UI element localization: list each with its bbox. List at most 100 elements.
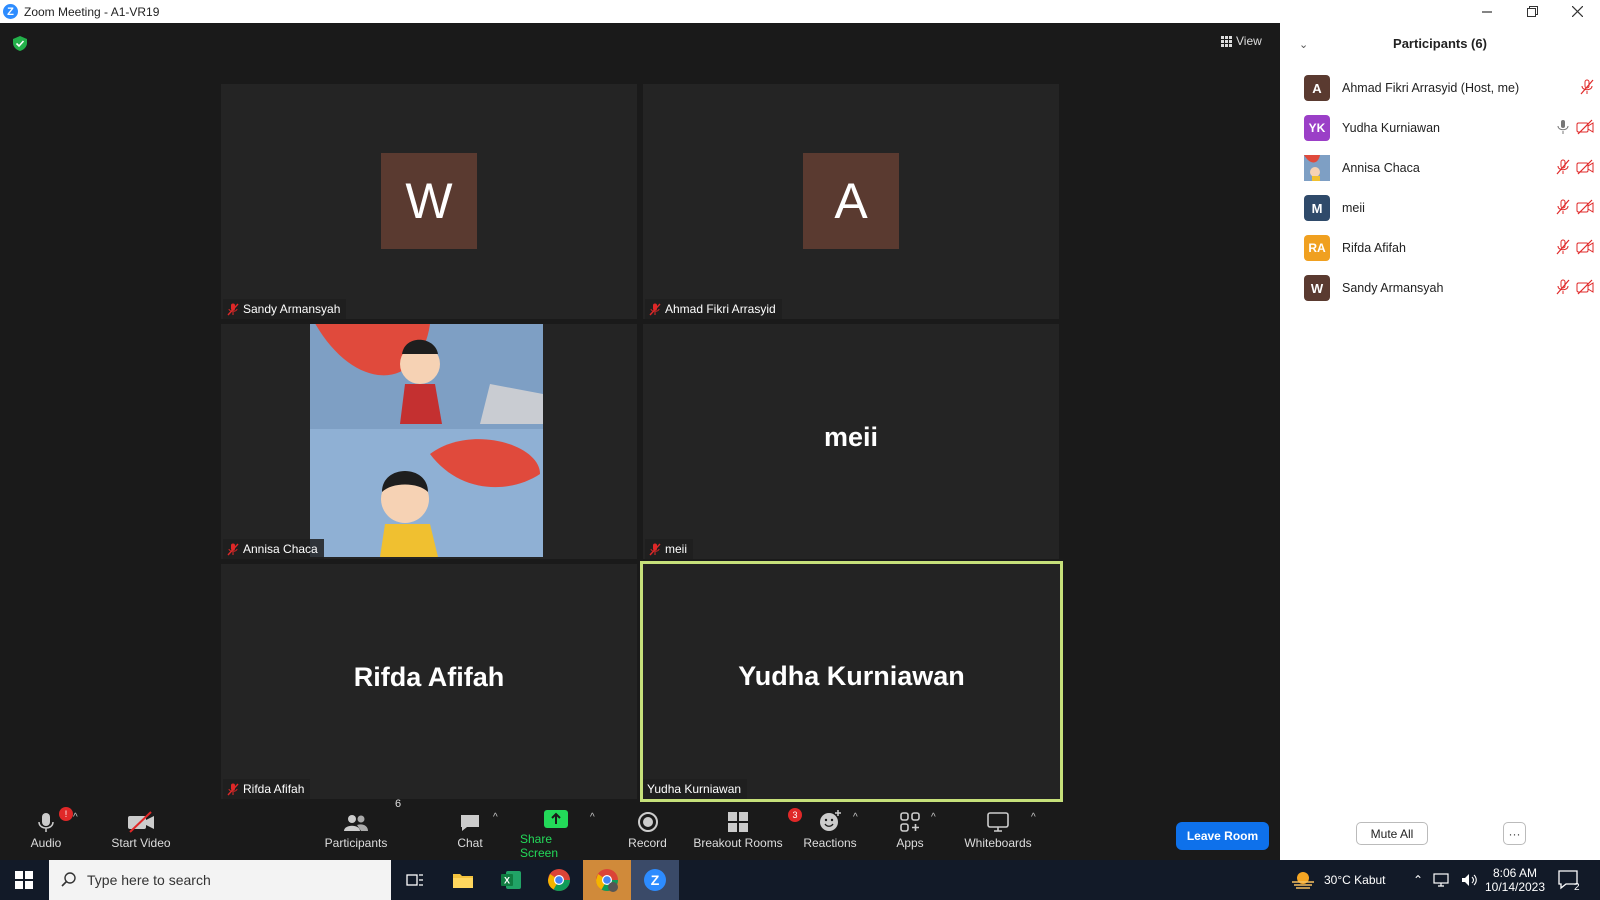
participant-row[interactable]: YK Yudha Kurniawan bbox=[1304, 115, 1594, 141]
more-options-button[interactable]: ··· bbox=[1503, 822, 1526, 845]
tile-name: Ahmad Fikri Arrasyid bbox=[665, 302, 776, 316]
minimize-icon bbox=[1482, 11, 1492, 13]
video-tile-annisa[interactable]: Annisa Chaca bbox=[221, 324, 637, 559]
participant-name: Annisa Chaca bbox=[1342, 161, 1420, 175]
tile-name: meii bbox=[665, 542, 688, 556]
taskbar-search-box[interactable]: Type here to search bbox=[49, 860, 391, 900]
whiteboard-icon bbox=[987, 812, 1009, 832]
tile-name-label: Rifda Afifah bbox=[223, 779, 311, 799]
video-tile-yudha-active-speaker[interactable]: Yudha Kurniawan Yudha Kurniawan bbox=[640, 561, 1063, 802]
participants-panel: ⌄ Participants (6) A Ahmad Fikri Arrasyi… bbox=[1280, 23, 1600, 860]
windows-taskbar: Type here to search X Z 30°C Kabut ⌃ 8:0… bbox=[0, 860, 1600, 900]
weather-widget[interactable]: 30°C Kabut bbox=[1290, 860, 1386, 900]
video-off-icon bbox=[1576, 119, 1594, 135]
audio-button[interactable]: ! Audio bbox=[25, 804, 73, 860]
audio-warning-badge: ! bbox=[59, 807, 73, 821]
leave-room-button[interactable]: Leave Room bbox=[1176, 822, 1269, 850]
chat-icon bbox=[461, 815, 479, 831]
video-tile-rifda[interactable]: Rifda Afifah Rifda Afifah bbox=[221, 564, 637, 799]
participant-row[interactable]: A Ahmad Fikri Arrasyid (Host, me) bbox=[1304, 75, 1594, 101]
mute-all-button[interactable]: Mute All bbox=[1356, 822, 1428, 845]
folder-icon bbox=[453, 874, 473, 888]
chat-options-caret[interactable]: ^ bbox=[493, 812, 498, 823]
tile-name: Yudha Kurniawan bbox=[647, 782, 742, 796]
record-icon bbox=[637, 812, 658, 832]
start-video-button[interactable]: Start Video bbox=[105, 804, 177, 860]
record-button[interactable]: Record bbox=[625, 804, 670, 860]
svg-text:X: X bbox=[504, 876, 510, 886]
muted-mic-icon bbox=[1556, 199, 1570, 215]
participant-row[interactable]: RA Rifda Afifah bbox=[1304, 235, 1594, 261]
muted-mic-icon bbox=[1556, 239, 1570, 255]
chrome-profile-app[interactable] bbox=[583, 860, 631, 900]
muted-mic-icon bbox=[1580, 79, 1594, 95]
restore-button[interactable] bbox=[1510, 0, 1555, 23]
share-screen-icon bbox=[544, 810, 568, 828]
view-button[interactable]: View bbox=[1221, 34, 1262, 48]
zoom-app[interactable]: Z bbox=[631, 860, 679, 900]
excel-app[interactable]: X bbox=[487, 860, 535, 900]
notifications-button[interactable]: 2 bbox=[1558, 860, 1580, 900]
video-tile-sandy[interactable]: W Sandy Armansyah bbox=[221, 84, 637, 319]
network-icon[interactable] bbox=[1433, 873, 1451, 887]
reactions-options-caret[interactable]: ^ bbox=[853, 812, 858, 823]
clock[interactable]: 8:06 AM 10/14/2023 bbox=[1485, 860, 1545, 900]
whiteboards-button[interactable]: Whiteboards bbox=[960, 804, 1036, 860]
tile-name-label: meii bbox=[645, 539, 694, 559]
whiteboards-options-caret[interactable]: ^ bbox=[1031, 812, 1036, 823]
meeting-area: View W Sandy Armansyah A Ahmad Fikri Arr… bbox=[0, 23, 1280, 804]
weather-text: 30°C Kabut bbox=[1324, 873, 1386, 887]
audio-options-caret[interactable]: ^ bbox=[73, 812, 78, 823]
tile-name-label: Sandy Armansyah bbox=[223, 299, 347, 319]
participants-button[interactable]: 6 Participants bbox=[320, 798, 401, 860]
participant-row[interactable]: Annisa Chaca bbox=[1304, 155, 1594, 181]
participant-display-name: Yudha Kurniawan bbox=[738, 661, 965, 691]
record-label: Record bbox=[628, 836, 667, 850]
chrome-app[interactable] bbox=[535, 860, 583, 900]
close-window-button[interactable] bbox=[1555, 0, 1600, 23]
participant-avatar: W bbox=[1304, 275, 1330, 301]
share-options-caret[interactable]: ^ bbox=[590, 812, 595, 823]
window-title: Zoom Meeting - A1-VR19 bbox=[24, 4, 160, 19]
participant-name: Yudha Kurniawan bbox=[1342, 121, 1440, 135]
whiteboards-label: Whiteboards bbox=[964, 836, 1032, 850]
start-video-label: Start Video bbox=[111, 836, 171, 850]
participant-row[interactable]: W Sandy Armansyah bbox=[1304, 275, 1594, 301]
reactions-button[interactable]: Reactions bbox=[800, 804, 860, 860]
task-view-icon bbox=[406, 874, 423, 886]
participant-name: Ahmad Fikri Arrasyid (Host, me) bbox=[1342, 81, 1520, 95]
minimize-button[interactable] bbox=[1465, 0, 1510, 23]
video-tile-ahmad[interactable]: A Ahmad Fikri Arrasyid bbox=[643, 84, 1059, 319]
volume-icon[interactable] bbox=[1461, 873, 1479, 887]
start-button[interactable] bbox=[0, 860, 48, 900]
clock-date: 10/14/2023 bbox=[1484, 880, 1546, 894]
apps-icon bbox=[900, 812, 920, 832]
breakout-rooms-icon bbox=[728, 812, 748, 832]
file-explorer-app[interactable] bbox=[439, 860, 487, 900]
participant-name: Rifda Afifah bbox=[1342, 241, 1406, 255]
chat-button[interactable]: Chat bbox=[450, 804, 490, 860]
chrome-profile-icon bbox=[596, 869, 618, 892]
video-off-icon bbox=[1576, 239, 1594, 255]
apps-button[interactable]: Apps bbox=[890, 804, 930, 860]
view-label: View bbox=[1236, 34, 1262, 48]
muted-mic-icon bbox=[1556, 159, 1570, 175]
chevron-up-icon[interactable]: ⌃ bbox=[1413, 873, 1423, 887]
breakout-rooms-button[interactable]: 3 Breakout Rooms bbox=[690, 804, 802, 860]
apps-options-caret[interactable]: ^ bbox=[931, 812, 936, 823]
video-tile-meii[interactable]: meii meii bbox=[643, 324, 1059, 559]
participant-avatar bbox=[1304, 155, 1330, 181]
reactions-label: Reactions bbox=[803, 836, 857, 850]
participant-display-name: Rifda Afifah bbox=[353, 662, 505, 692]
tile-name: Rifda Afifah bbox=[243, 782, 305, 796]
participant-row[interactable]: M meii bbox=[1304, 195, 1594, 221]
system-tray: ⌃ bbox=[1413, 860, 1479, 900]
encryption-shield-icon[interactable] bbox=[13, 36, 27, 51]
grid-icon bbox=[1221, 36, 1232, 47]
muted-mic-icon bbox=[227, 783, 239, 795]
participant-name: meii bbox=[1342, 201, 1365, 215]
task-view-button[interactable] bbox=[391, 860, 439, 900]
share-screen-button[interactable]: Share Screen bbox=[520, 804, 592, 860]
video-off-icon bbox=[128, 811, 154, 833]
participant-avatar: A bbox=[1304, 75, 1330, 101]
